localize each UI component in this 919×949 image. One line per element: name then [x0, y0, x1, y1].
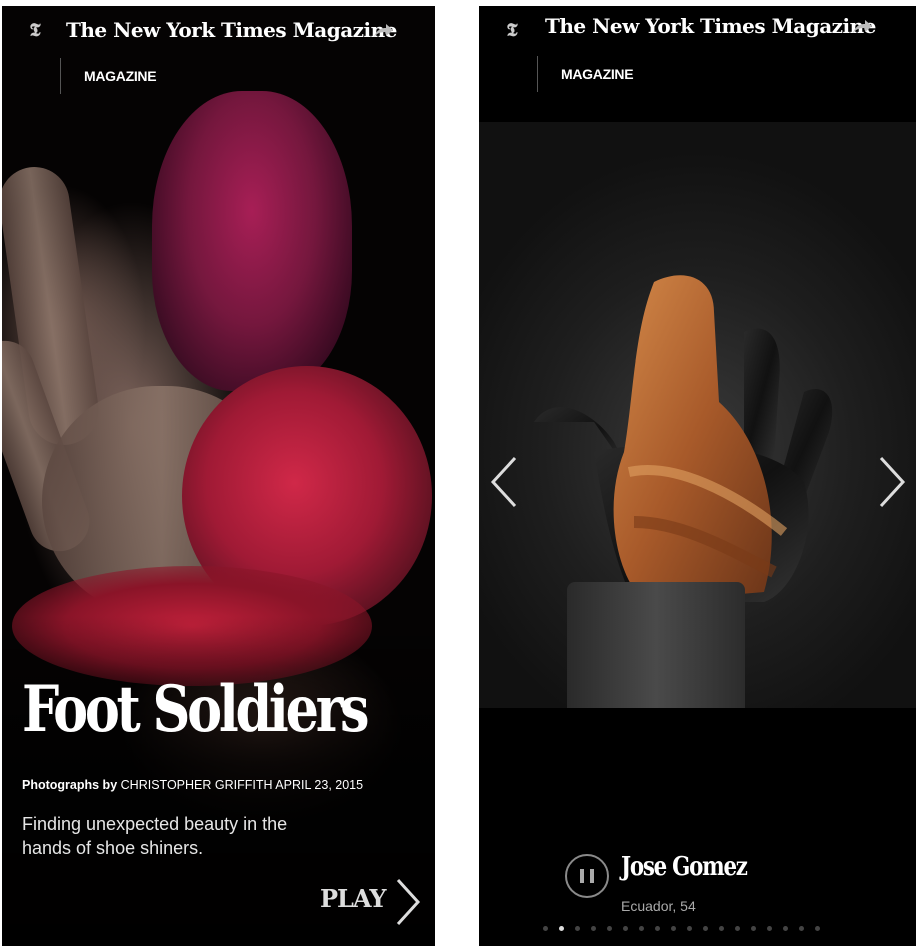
pager-dot[interactable]: [639, 926, 644, 931]
slide-pager[interactable]: [543, 926, 820, 934]
pager-dot[interactable]: [735, 926, 740, 931]
chevron-left-icon[interactable]: [487, 454, 521, 510]
red-yarn-cloth: [152, 91, 352, 391]
byline-author: CHRISTOPHER GRIFFITH: [120, 778, 273, 792]
article-byline: Photographs by CHRISTOPHER GRIFFITH APRI…: [22, 778, 363, 792]
pager-dot[interactable]: [575, 926, 580, 931]
pager-dot[interactable]: [655, 926, 660, 931]
header-divider: [60, 58, 61, 94]
chevron-right-icon[interactable]: [386, 872, 426, 932]
app-header: 𝕿 The New York Times Magazine MAGAZINE: [2, 6, 435, 126]
hero-photo: [2, 6, 435, 946]
pager-dot[interactable]: [719, 926, 724, 931]
nyt-t-icon[interactable]: 𝕿: [501, 20, 523, 42]
pager-dot[interactable]: [767, 926, 772, 931]
pager-dot[interactable]: [543, 926, 548, 931]
pager-dot[interactable]: [607, 926, 612, 931]
section-label[interactable]: MAGAZINE: [561, 66, 634, 82]
pager-dot[interactable]: [751, 926, 756, 931]
pager-dot[interactable]: [687, 926, 692, 931]
share-icon[interactable]: [372, 22, 394, 40]
header-divider: [537, 56, 538, 92]
section-label[interactable]: MAGAZINE: [84, 68, 157, 84]
play-button[interactable]: PLAY: [320, 884, 386, 913]
brand-title[interactable]: The New York Times Magazine: [545, 14, 876, 38]
byline-prefix: Photographs by: [22, 778, 118, 792]
chevron-right-icon[interactable]: [875, 454, 909, 510]
sweater-sleeve: [567, 582, 745, 708]
subject-name: Jose Gomez: [621, 852, 748, 882]
byline-date: APRIL 23, 2015: [275, 778, 364, 792]
pause-button[interactable]: [565, 854, 609, 898]
subject-meta: Ecuador, 54: [621, 898, 696, 914]
pager-dot[interactable]: [671, 926, 676, 931]
pager-dot[interactable]: [591, 926, 596, 931]
brand-title[interactable]: The New York Times Magazine: [66, 18, 397, 42]
cover-screen: 𝕿 The New York Times Magazine MAGAZINE F…: [2, 6, 435, 946]
pager-dot[interactable]: [623, 926, 628, 931]
nyt-t-icon[interactable]: 𝕿: [24, 20, 46, 42]
slideshow-screen: 𝕿 The New York Times Magazine MAGAZINE J…: [479, 6, 916, 946]
pager-dot[interactable]: [559, 926, 564, 931]
pager-dot[interactable]: [815, 926, 820, 931]
app-header: 𝕿 The New York Times Magazine MAGAZINE: [479, 6, 916, 126]
pager-dot[interactable]: [799, 926, 804, 931]
share-icon[interactable]: [851, 18, 873, 36]
article-dek: Finding unexpected beauty in the hands o…: [22, 814, 288, 858]
slide-photo: [479, 122, 916, 708]
pager-dot[interactable]: [783, 926, 788, 931]
article-headline: Foot Soldiers: [22, 672, 370, 747]
pager-dot[interactable]: [703, 926, 708, 931]
